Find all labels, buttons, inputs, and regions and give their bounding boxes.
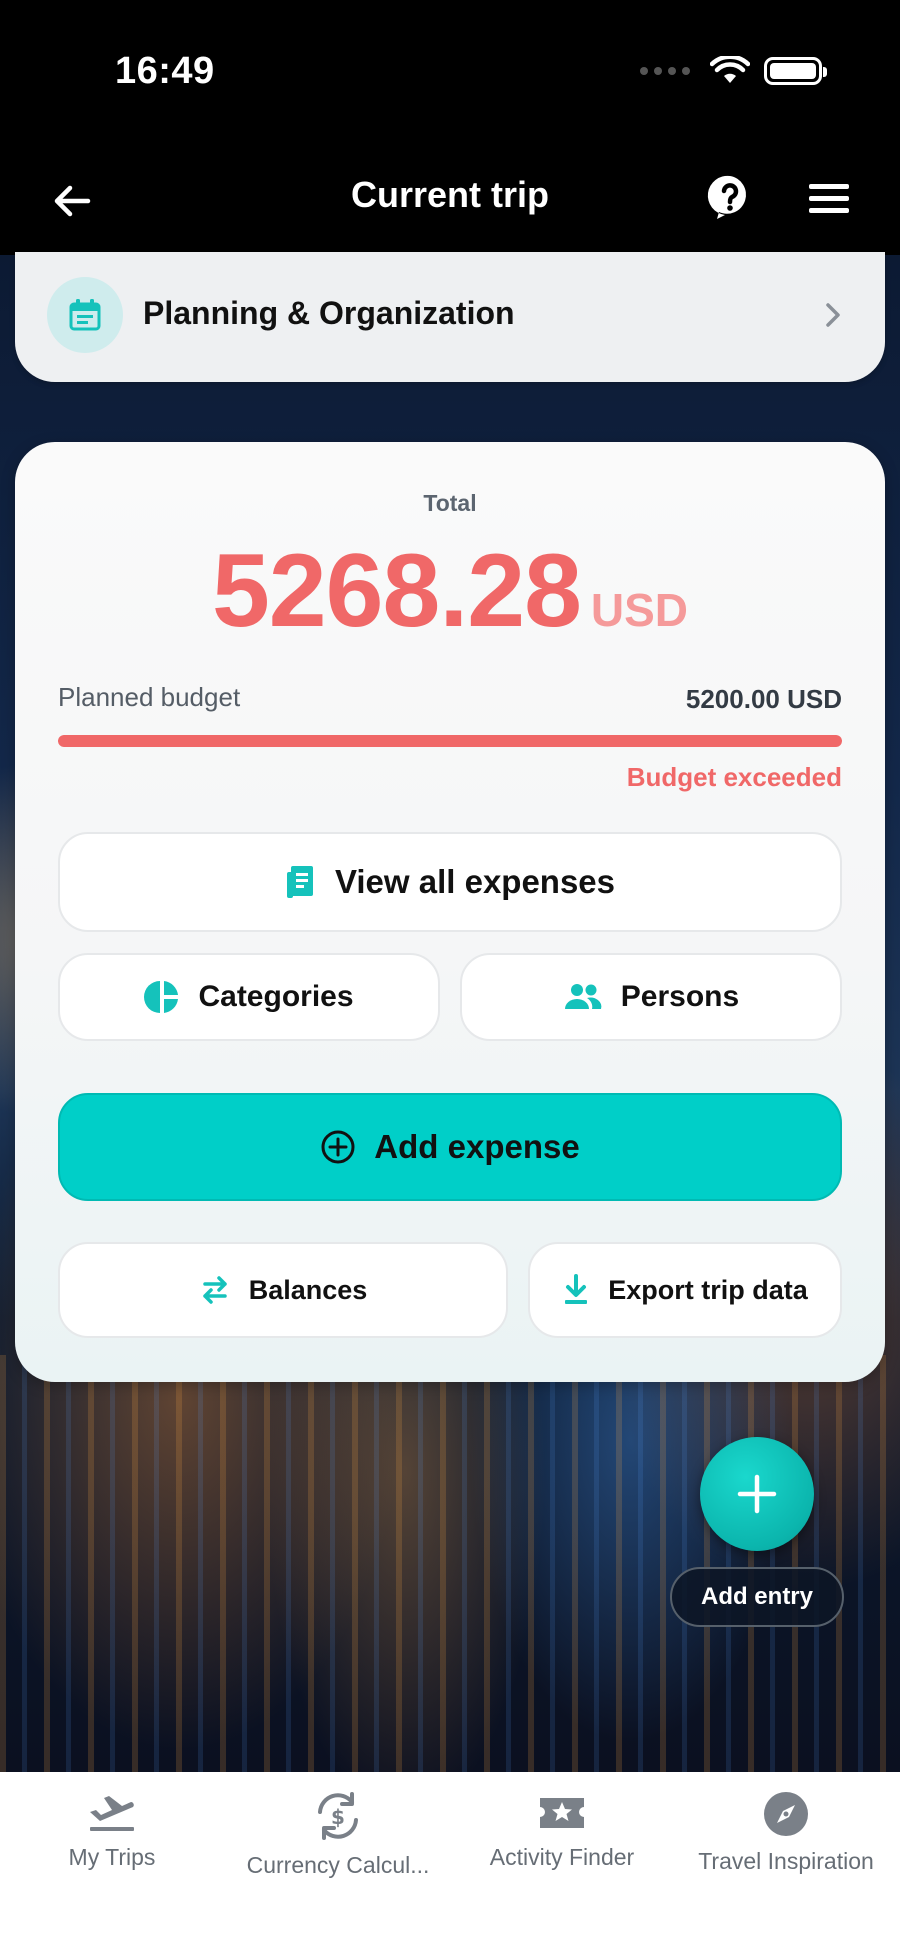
total-amount-row: 5268.28 USD	[15, 532, 885, 651]
persons-button[interactable]: Persons	[460, 953, 842, 1041]
add-entry-fab[interactable]	[700, 1437, 814, 1551]
plus-circle-icon	[321, 1130, 355, 1164]
plus-icon	[737, 1474, 777, 1514]
pie-chart-icon	[144, 981, 179, 1013]
status-bar: 16:49	[0, 0, 900, 150]
svg-text:$: $	[331, 1805, 345, 1829]
nav-travel-inspiration[interactable]: Travel Inspiration	[676, 1790, 896, 1875]
persons-label: Persons	[620, 980, 740, 1013]
total-amount: 5268.28	[211, 533, 582, 649]
planning-label: Planning & Organization	[143, 295, 515, 331]
battery-icon	[764, 57, 827, 85]
ticket-star-icon	[540, 1798, 584, 1828]
hamburger-menu-icon[interactable]	[805, 176, 853, 220]
app-header: Current trip	[0, 150, 900, 255]
budget-status: Budget exceeded	[626, 762, 842, 792]
budget-progress-fill	[58, 735, 842, 747]
currency-exchange-icon: $	[318, 1792, 358, 1840]
bottom-navigation: My Trips $ Currency Calcul... Activity F…	[0, 1772, 900, 1957]
compass-icon	[764, 1792, 808, 1836]
budget-progress-bar	[58, 735, 842, 747]
categories-button[interactable]: Categories	[58, 953, 440, 1041]
status-icons	[640, 56, 827, 86]
nav-my-trips[interactable]: My Trips	[2, 1790, 222, 1871]
nav-currency-calculator-label: Currency Calcul...	[246, 1852, 430, 1878]
trip-summary-card: Total 5268.28 USD Planned budget 5200.00 …	[15, 442, 885, 1382]
help-icon[interactable]	[705, 172, 755, 222]
wifi-icon	[710, 56, 750, 83]
page-title: Current trip	[351, 174, 549, 215]
total-label: Total	[423, 490, 477, 516]
nav-travel-inspiration-label: Travel Inspiration	[698, 1848, 874, 1874]
nav-my-trips-label: My Trips	[68, 1844, 156, 1870]
view-all-expenses-label: View all expenses	[334, 863, 616, 900]
total-currency: USD	[590, 584, 689, 636]
water-reflections	[0, 1355, 900, 1775]
add-expense-button[interactable]: Add expense	[58, 1093, 842, 1201]
nav-currency-calculator[interactable]: $ Currency Calcul...	[228, 1790, 448, 1879]
planning-organization-row[interactable]: Planning & Organization	[15, 252, 885, 382]
planned-budget-label: Planned budget	[58, 682, 241, 712]
receipt-icon	[286, 866, 313, 898]
view-all-expenses-button[interactable]: View all expenses	[58, 832, 842, 932]
nav-activity-finder-label: Activity Finder	[489, 1844, 635, 1870]
plane-departure-icon	[90, 1796, 134, 1831]
people-icon	[564, 984, 602, 1009]
planned-budget-value: 5200.00 USD	[685, 684, 842, 714]
status-time: 16:49	[115, 50, 215, 92]
add-entry-button[interactable]: Add entry	[670, 1567, 844, 1627]
signal-icon	[640, 67, 690, 75]
chevron-right-icon	[826, 303, 840, 327]
add-expense-label: Add expense	[374, 1128, 580, 1165]
calendar-icon	[69, 299, 101, 331]
export-trip-data-label: Export trip data	[608, 1274, 808, 1305]
balances-button[interactable]: Balances	[58, 1242, 508, 1338]
categories-label: Categories	[198, 980, 354, 1013]
planning-icon-badge	[47, 277, 123, 353]
download-icon	[565, 1274, 588, 1304]
balances-label: Balances	[248, 1274, 368, 1305]
nav-activity-finder[interactable]: Activity Finder	[452, 1790, 672, 1871]
swap-arrows-icon	[202, 1276, 227, 1304]
export-trip-data-button[interactable]: Export trip data	[528, 1242, 842, 1338]
